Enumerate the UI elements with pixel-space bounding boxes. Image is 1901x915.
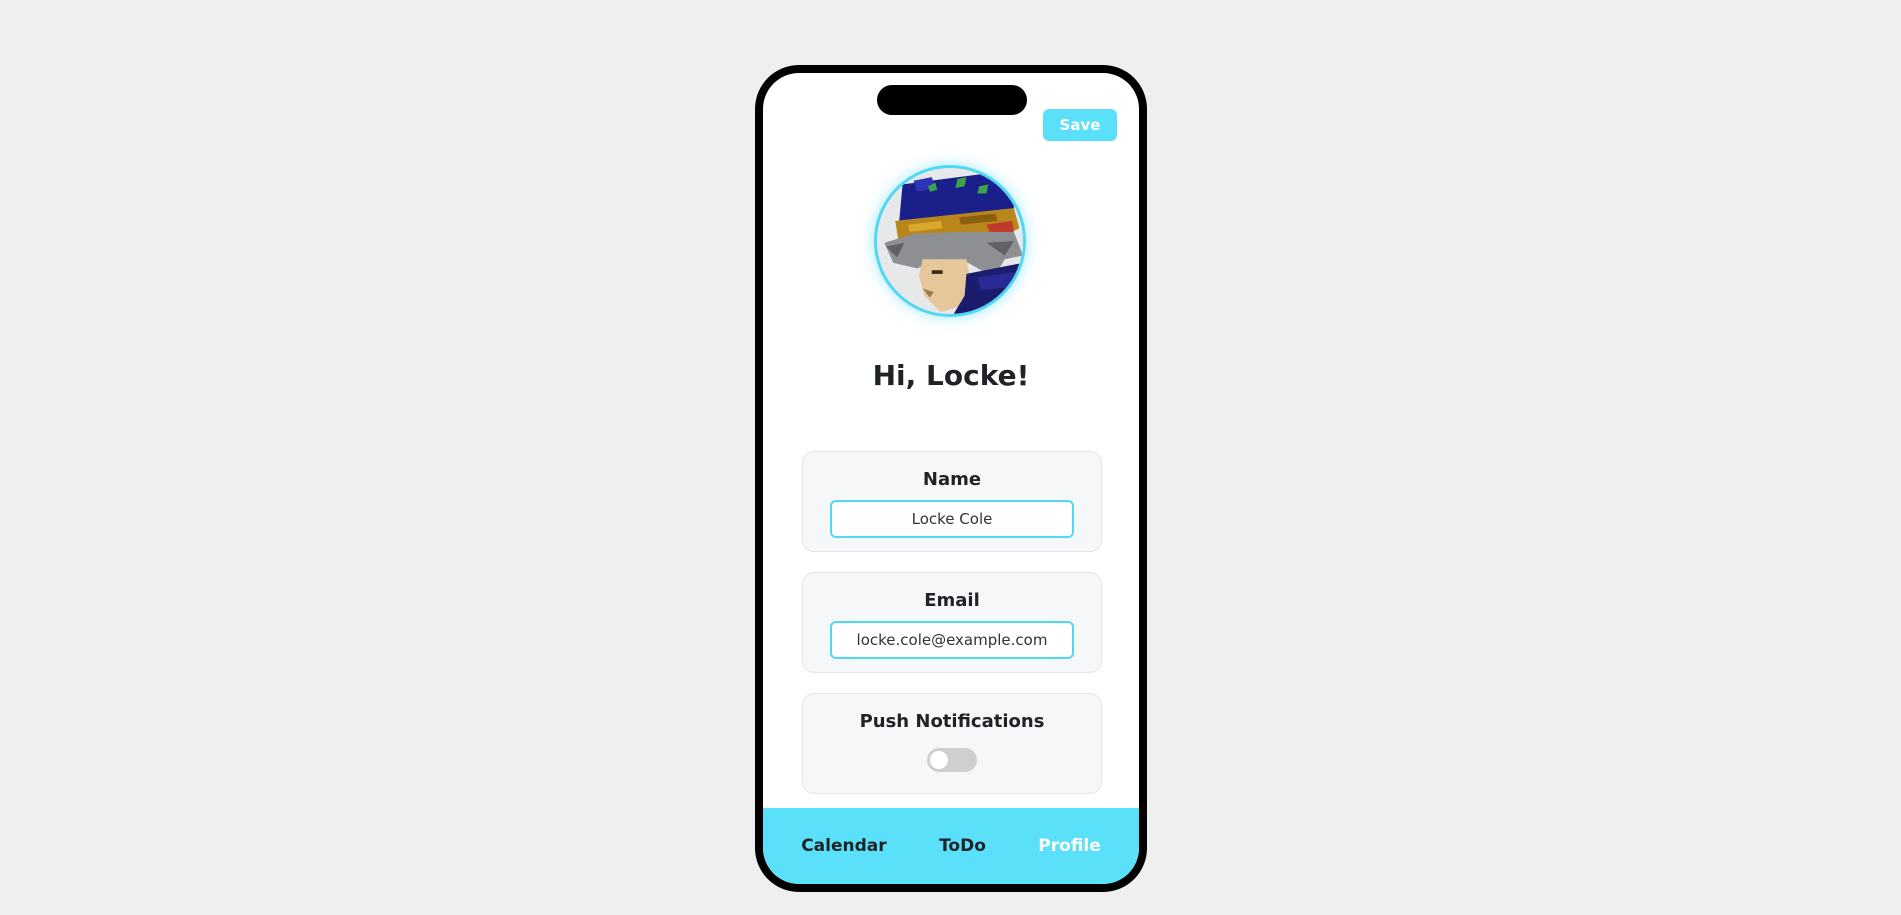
name-card: Name (802, 451, 1102, 552)
greeting-title: Hi, Locke! (872, 359, 1030, 392)
name-label: Name (922, 469, 982, 490)
push-notifications-card: Push Notifications (802, 693, 1102, 794)
save-button[interactable]: Save (1043, 109, 1117, 141)
name-input[interactable] (830, 500, 1074, 538)
nav-todo[interactable]: ToDo (929, 830, 996, 862)
app-screen: Save Hi, Locke! Name Locke Cole Email lo… (763, 73, 1139, 884)
bottom-nav: Calendar ToDo Profile (763, 808, 1139, 884)
dynamic-island (877, 85, 1027, 115)
push-notifications-toggle[interactable] (927, 748, 977, 772)
nav-calendar[interactable]: Calendar (791, 830, 896, 862)
avatar[interactable] (874, 165, 1026, 317)
toggle-knob (930, 751, 948, 769)
pixel-portrait-icon (877, 168, 1023, 314)
push-notifications-label: Push Notifications (859, 711, 1045, 732)
email-label: Email (924, 590, 980, 611)
nav-profile[interactable]: Profile (1028, 830, 1110, 862)
email-input[interactable] (830, 621, 1074, 659)
phone-frame: Save Hi, Locke! Name Locke Cole Email lo… (755, 65, 1147, 892)
email-card: Email (802, 572, 1102, 673)
